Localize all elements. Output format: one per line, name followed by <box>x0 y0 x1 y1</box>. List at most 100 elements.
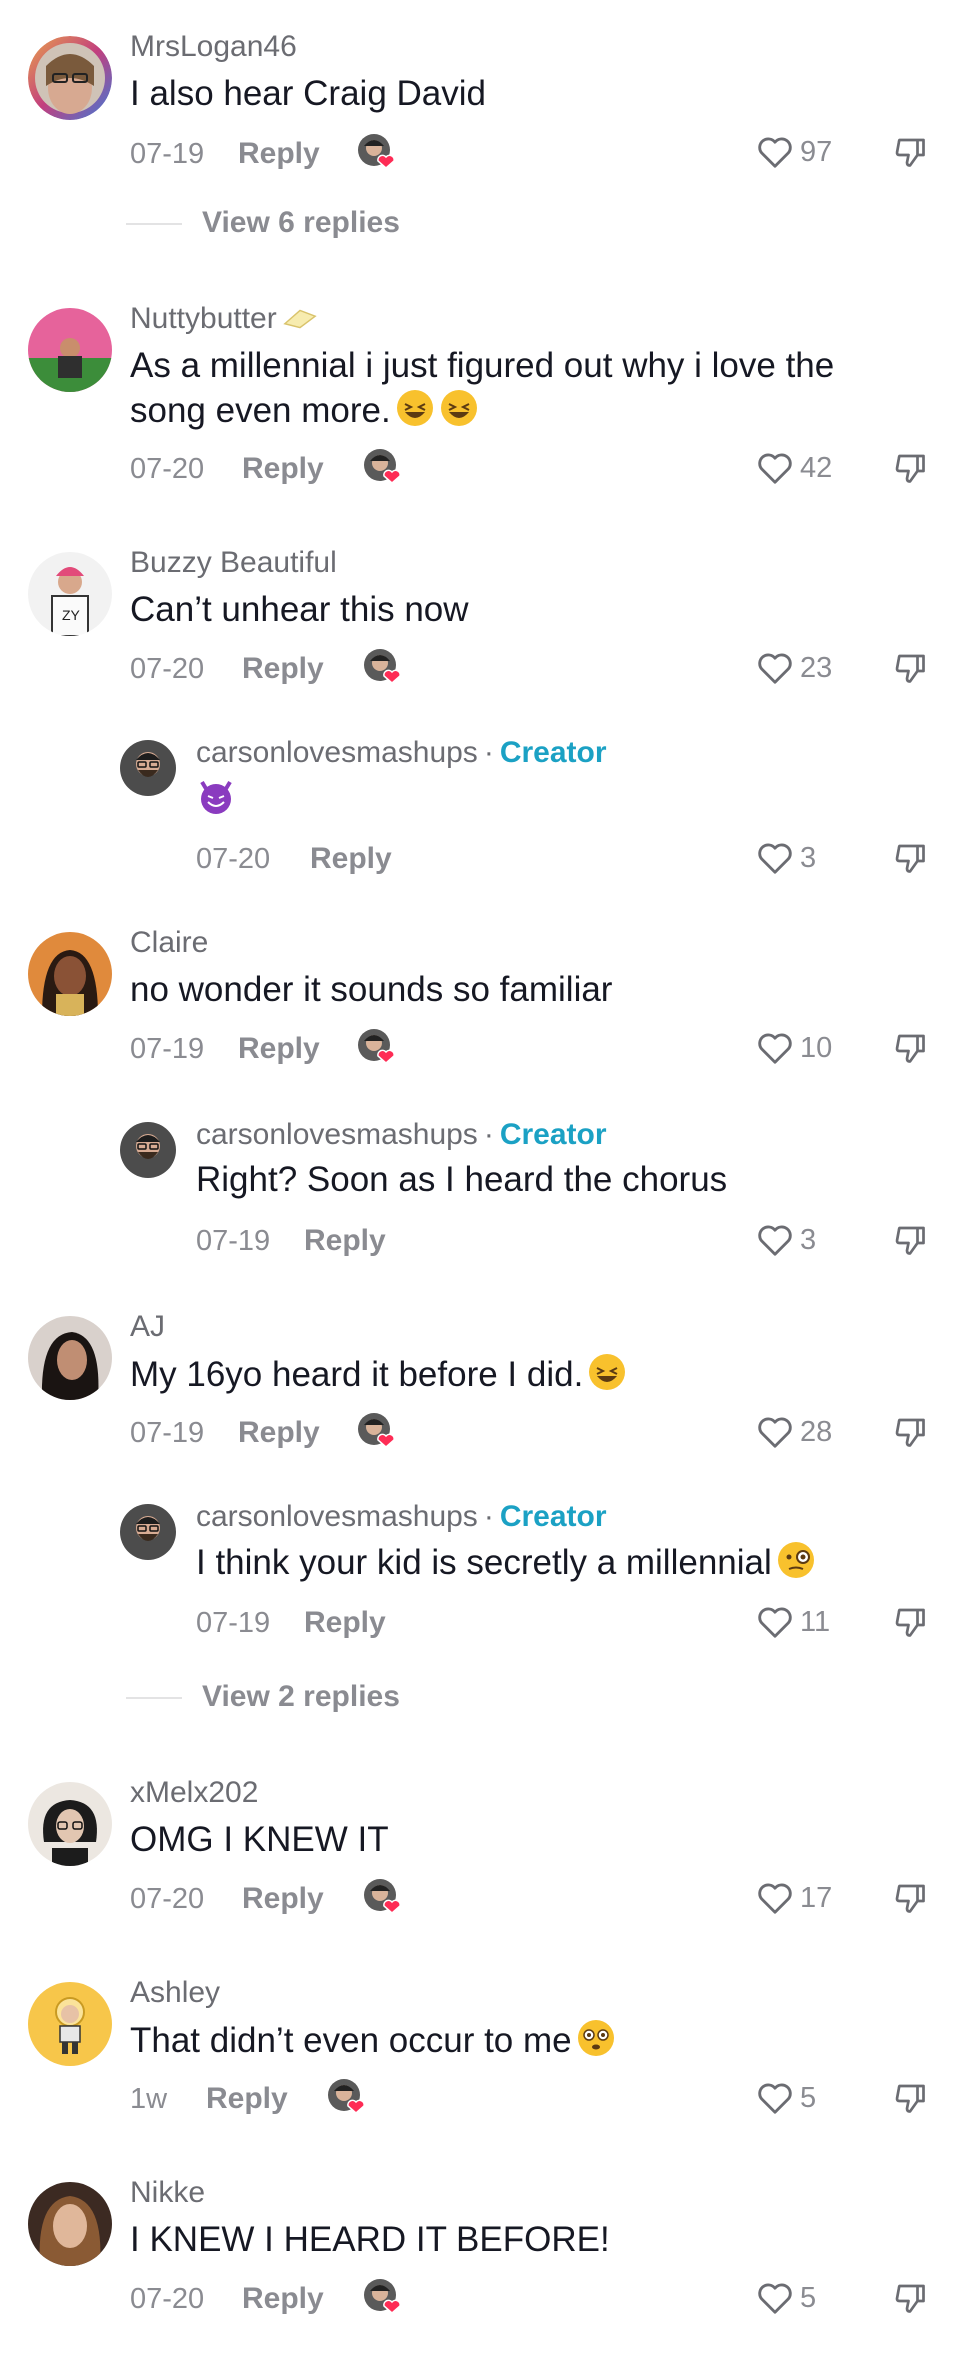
comment-date: 07-20 <box>130 653 205 685</box>
reply-button[interactable]: Reply <box>206 2082 288 2116</box>
reply-button[interactable]: Reply <box>242 2282 324 2316</box>
like-count: 97 <box>800 135 833 168</box>
avatar[interactable] <box>28 308 112 392</box>
thumbs-down-icon[interactable] <box>892 1604 928 1640</box>
reply-button[interactable]: Reply <box>238 1416 320 1450</box>
like-count: 3 <box>800 1223 817 1256</box>
like-button[interactable]: 10 <box>756 1030 832 1066</box>
comment-text: My 16yo heard it before I did. <box>130 1352 627 1403</box>
reply-button[interactable]: Reply <box>242 1882 324 1916</box>
like-button[interactable]: 17 <box>756 1880 832 1916</box>
laughing-emoji-icon <box>439 388 479 439</box>
heart-outline-icon <box>758 2083 792 2114</box>
view-replies-button[interactable]: View 6 replies <box>202 206 400 240</box>
comment-date: 07-19 <box>130 1033 205 1065</box>
like-button[interactable]: 3 <box>756 840 816 876</box>
creator-liked-avatar-icon <box>356 1027 400 1067</box>
avatar[interactable] <box>28 1316 112 1400</box>
creator-liked-avatar-icon <box>362 2277 406 2317</box>
username[interactable]: Claire <box>130 926 208 960</box>
creator-liked-avatar-icon <box>356 1411 400 1451</box>
monocle-face-emoji-icon <box>776 1540 816 1591</box>
like-button[interactable]: 11 <box>756 1604 830 1640</box>
thumbs-down-icon[interactable] <box>892 1222 928 1258</box>
username[interactable]: MrsLogan46 <box>130 30 297 64</box>
avatar[interactable]: ZY <box>28 552 112 636</box>
creator-avatar[interactable] <box>120 740 176 796</box>
view-replies-divider <box>126 1697 182 1699</box>
view-replies-button[interactable]: View 2 replies <box>202 1680 400 1714</box>
reply-date: 07-19 <box>196 1607 271 1639</box>
comments-list: MrsLogan46 I also hear Craig David 07-19… <box>0 0 960 2358</box>
flushed-face-emoji-icon <box>576 2018 616 2069</box>
username[interactable]: Nikke <box>130 2176 205 2210</box>
laughing-emoji-icon <box>587 1352 627 1403</box>
comment-date: 07-20 <box>130 453 205 485</box>
like-count: 17 <box>800 1881 833 1914</box>
reply-text: I think your kid is secretly a millennia… <box>196 1540 816 1591</box>
username[interactable]: xMelx202 <box>130 1776 258 1810</box>
username[interactable]: Buzzy Beautiful <box>130 546 337 580</box>
separator-dot: · <box>483 736 494 769</box>
reply-date: 07-20 <box>196 843 271 875</box>
reply-username[interactable]: carsonlovesmashups · Creator <box>196 1118 607 1152</box>
avatar[interactable] <box>28 932 112 1016</box>
like-count: 5 <box>800 2081 817 2114</box>
thumbs-down-icon[interactable] <box>892 1030 928 1066</box>
username[interactable]: Ashley <box>130 1976 220 2010</box>
thumbs-down-icon[interactable] <box>892 2280 928 2316</box>
username[interactable]: Nuttybutter <box>130 302 319 336</box>
creator-badge: Creator <box>499 1500 607 1533</box>
reply-button[interactable]: Reply <box>242 452 324 486</box>
comment-date: 1w <box>130 2083 168 2115</box>
creator-liked-avatar-icon <box>356 132 400 172</box>
reply-button[interactable]: Reply <box>304 1224 386 1258</box>
avatar[interactable] <box>28 1782 112 1866</box>
creator-avatar[interactable] <box>120 1504 176 1560</box>
reply-username[interactable]: carsonlovesmashups · Creator <box>196 736 607 770</box>
thumbs-down-icon[interactable] <box>892 134 928 170</box>
reply-button[interactable]: Reply <box>242 652 324 686</box>
like-button[interactable]: 5 <box>756 2080 816 2116</box>
thumbs-down-icon[interactable] <box>892 2080 928 2116</box>
like-button[interactable]: 42 <box>756 450 832 486</box>
heart-outline-icon <box>758 2283 792 2314</box>
reply-username[interactable]: carsonlovesmashups · Creator <box>196 1500 607 1534</box>
like-button[interactable]: 23 <box>756 650 832 686</box>
thumbs-down-icon[interactable] <box>892 840 928 876</box>
comment-text: OMG I KNEW IT <box>130 1820 389 1859</box>
avatar[interactable] <box>28 1982 112 2066</box>
thumbs-down-icon[interactable] <box>892 1414 928 1450</box>
thumbs-down-icon[interactable] <box>892 650 928 686</box>
heart-outline-icon <box>758 1033 792 1064</box>
comment-text: I also hear Craig David <box>130 74 486 113</box>
comment-date: 07-19 <box>130 138 205 170</box>
comment-text: I KNEW I HEARD IT BEFORE! <box>130 2220 610 2259</box>
separator-dot: · <box>483 1118 494 1151</box>
like-count: 23 <box>800 651 833 684</box>
butter-icon <box>283 309 317 329</box>
like-button[interactable]: 5 <box>756 2280 816 2316</box>
username[interactable]: AJ <box>130 1310 165 1344</box>
avatar[interactable] <box>28 36 112 120</box>
svg-text:ZY: ZY <box>62 607 81 623</box>
avatar[interactable] <box>28 2182 112 2266</box>
heart-outline-icon <box>758 843 792 874</box>
reply-button[interactable]: Reply <box>310 842 392 876</box>
like-count: 11 <box>800 1605 831 1638</box>
reply-button[interactable]: Reply <box>238 137 320 171</box>
like-button[interactable]: 97 <box>756 134 832 170</box>
comment-date: 07-20 <box>130 2283 205 2315</box>
creator-avatar[interactable] <box>120 1122 176 1178</box>
creator-liked-avatar-icon <box>362 447 406 487</box>
thumbs-down-icon[interactable] <box>892 1880 928 1916</box>
heart-outline-icon <box>758 1883 792 1914</box>
creator-liked-avatar-icon <box>362 647 406 687</box>
like-button[interactable]: 28 <box>756 1414 832 1450</box>
reply-button[interactable]: Reply <box>238 1032 320 1066</box>
creator-liked-avatar-icon <box>326 2077 370 2117</box>
reply-button[interactable]: Reply <box>304 1606 386 1640</box>
like-count: 42 <box>800 451 833 484</box>
thumbs-down-icon[interactable] <box>892 450 928 486</box>
like-button[interactable]: 3 <box>756 1222 816 1258</box>
